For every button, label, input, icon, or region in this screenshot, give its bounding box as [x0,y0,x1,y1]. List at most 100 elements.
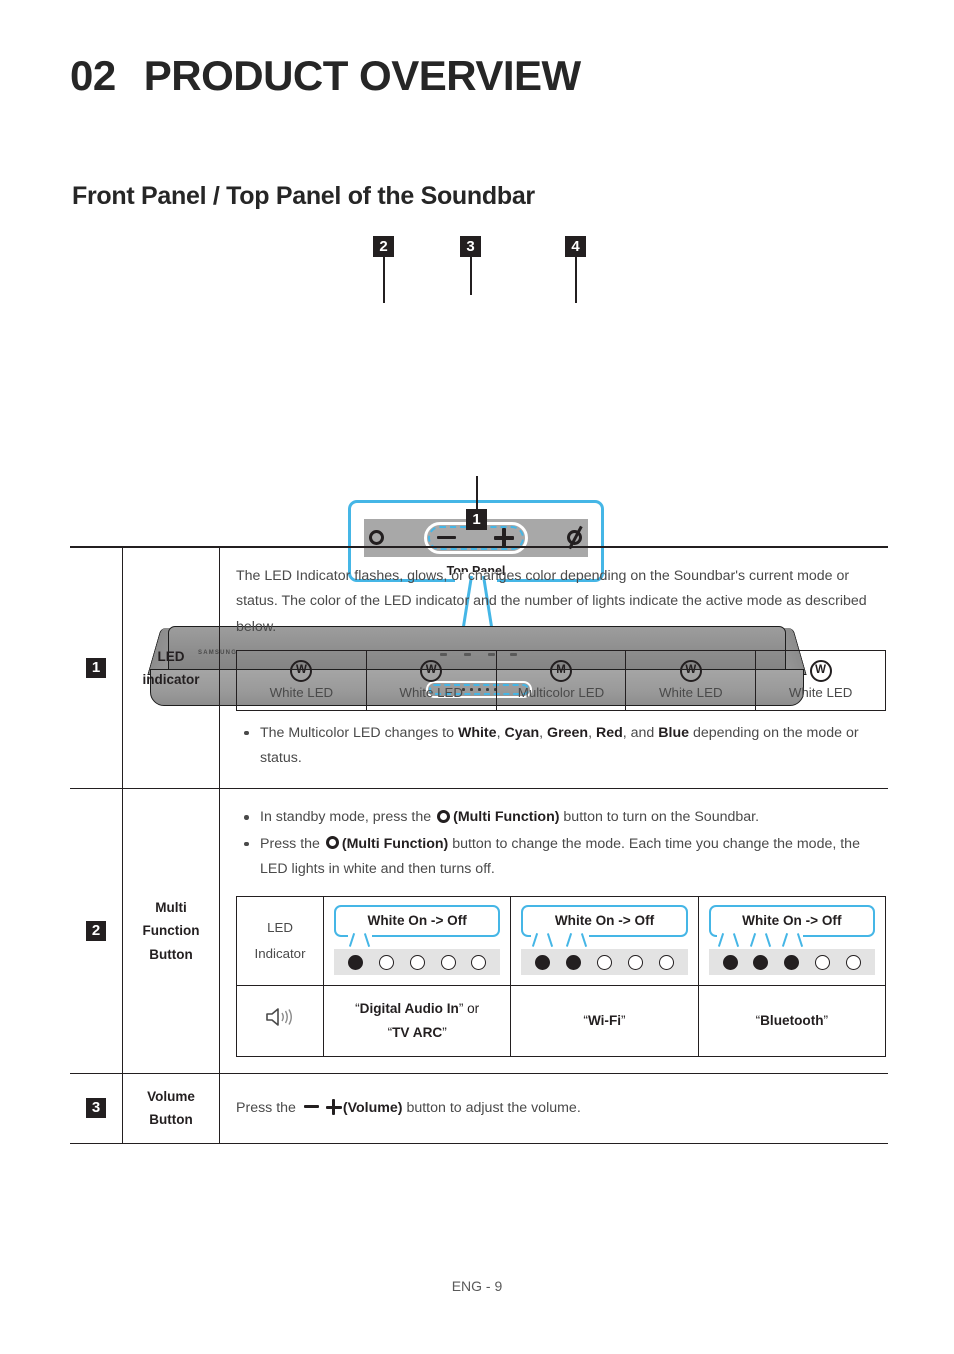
led-color-table: W White LED W White LED M Multicolor LED [236,649,886,711]
list-item: The Multicolor LED changes to White, Cya… [236,721,888,772]
volume-bold: (Volume) [342,1099,403,1116]
page-title: 02 PRODUCT OVERVIEW [70,52,581,100]
mode-cell-bluetooth: White On -> Off [697,896,887,987]
bullet1-prefix: In standby mode, press the [260,809,436,826]
mode-cell-wifi: White On -> Off [510,896,699,987]
row-badge-2: 2 [86,921,106,942]
color-cyan: Cyan [504,724,540,741]
led-dot-off [658,954,674,970]
figure-callout-3: 3 [460,236,481,257]
volume-prefix: Press the [236,1099,300,1116]
led-cell: M Multicolor LED [495,649,627,711]
row-body-led-indicator: The LED Indicator flashes, glows, or cha… [219,548,888,790]
callout-bubble: White On -> Off [708,905,875,948]
multi-function-circle-icon [437,810,451,824]
color-green: Green [547,724,589,741]
list-item: In standby mode, press the (Multi Functi… [236,805,888,830]
row-name-line1: LED [157,648,185,664]
row-name-line1: Volume [147,1088,195,1104]
product-figure: 2 3 4 Top Panel SAMSUNG 1 [0,228,954,706]
led-bullet-list: The Multicolor LED changes to White, Cya… [236,721,888,772]
white-led-icon: W [679,659,702,682]
multicolor-led-icon: M [549,659,572,682]
mf-bullet-list: In standby mode, press the (Multi Functi… [236,805,888,882]
speaker-icon [266,1007,292,1026]
color-blue: Blue [658,724,690,741]
white-led-icon: W [809,659,832,682]
row-name-line1: Multi [155,899,187,915]
led-caption: White LED [399,684,463,700]
table-row: 3 Volume Button Press the (Volume) butto… [70,1073,888,1145]
led-dot-on [753,954,769,970]
leader-line-2 [383,257,385,303]
mode-bold-tvarc: TV ARC [392,1025,443,1041]
mode-bold-digital: Digital Audio In [359,1001,459,1017]
led-dot-off [378,954,394,970]
speaker-icon-cell [236,985,324,1057]
callout-bubble: White On -> Off [521,905,688,948]
led-dot-row [521,949,688,976]
led-dot-on [784,954,800,970]
mode-bold-wifi: Wi-Fi [587,1013,622,1029]
multi-function-circle-icon [325,836,339,850]
led-dot-off [627,954,643,970]
mode-label-line1: LED [267,920,293,936]
led-dot-on [347,954,363,970]
volume-suffix: button to adjust the volume. [402,1099,581,1116]
feature-table: 1 LED indicator The LED Indicator flashe… [70,546,888,1145]
mode-label-bluetooth: “Bluetooth” [697,985,887,1057]
row-badge-1: 1 [86,658,106,679]
led-cell: W White LED [365,649,497,711]
row-number-cell: 2 [70,788,123,1074]
led-caption: White LED [659,684,723,700]
plus-icon [325,1099,342,1116]
led-caption: Multicolor LED [517,684,605,700]
mode-bold-bluetooth: Bluetooth [760,1013,824,1029]
mode-label-digital-audio: “Digital Audio In” or “TV ARC” [322,985,512,1057]
plus-icon [494,528,514,548]
bullet1-suffix: button to turn on the Soundbar. [559,809,760,826]
bubble-text: White On -> Off [742,913,842,929]
row-name-line2: indicator [142,672,200,688]
figure-callout-2: 2 [373,236,394,257]
led-cell: W White LED [236,649,367,711]
led-dot-off [815,954,831,970]
table-row: 1 LED indicator The LED Indicator flashe… [70,548,888,790]
row-name-line2: Button [149,1112,193,1128]
led-dot-on [566,954,582,970]
bullet1-bold: (Multi Function) [453,809,560,826]
color-red: Red [595,724,623,741]
row-name-multi-function-button: Multi Function Button [122,788,220,1074]
bullet2-prefix: Press the [260,835,324,852]
row-badge-3: 3 [86,1098,106,1119]
led-cell: W White LED [755,649,886,711]
row-name-line3: Button [149,946,193,962]
row-name-volume-button: Volume Button [122,1073,220,1145]
led-dot-row [334,949,501,976]
mode-row-label: LED Indicator [236,896,324,987]
led-caption: White LED [269,684,334,700]
mode-label-wifi: “Wi-Fi” [510,985,699,1057]
leader-line-4 [575,257,577,303]
manual-page: 02 PRODUCT OVERVIEW Front Panel / Top Pan… [0,0,954,1354]
chapter-number: 02 [70,52,116,99]
mode-label-line2: Indicator [254,946,306,962]
volume-description: Press the (Volume) button to adjust the … [236,1096,888,1121]
white-led-icon: W [420,659,443,682]
callout-bubble: White On -> Off [334,905,501,948]
row-name-line2: Function [142,923,200,939]
bullet-prefix: The Multicolor LED changes to [260,724,458,741]
figure-callout-1: 1 [466,509,487,530]
leader-line-3 [470,257,472,295]
chapter-title: PRODUCT OVERVIEW [143,52,581,99]
row-name-led-indicator: LED indicator [122,548,220,790]
page-footer: ENG - 9 [451,1278,503,1294]
mode-cell-digital-audio: White On -> Off [322,896,512,987]
led-caption: White LED [788,684,853,700]
color-white: White [457,724,497,741]
row-body-volume: Press the (Volume) button to adjust the … [219,1073,888,1145]
led-dot-off [846,954,862,970]
led-dot-on [535,954,551,970]
bubble-text: White On -> Off [367,913,467,929]
minus-icon [437,536,456,540]
